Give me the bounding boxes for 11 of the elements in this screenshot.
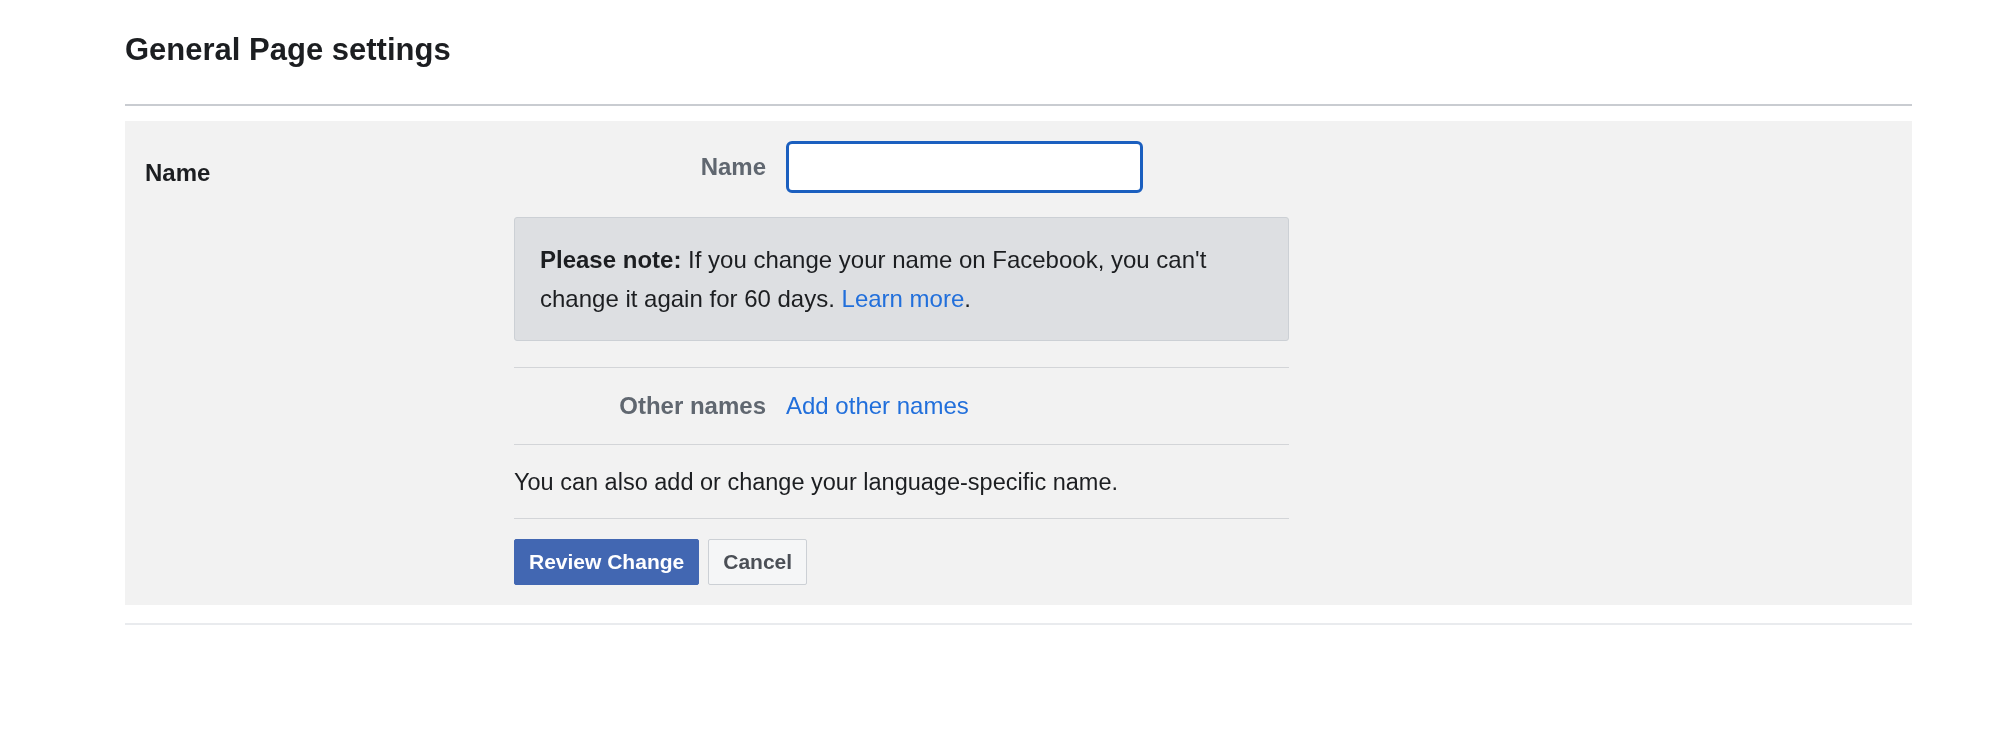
field-label: Name xyxy=(699,153,766,181)
notice-text: Please note: If you change your name on Facebook, you can't change it again for 60 days. Learn more. xyxy=(514,217,1289,341)
name-input-field[interactable] xyxy=(786,141,1143,193)
add-other-names-link[interactable]: Add other names xyxy=(786,392,969,420)
page-title: General Page settings xyxy=(125,31,452,69)
cancel-button[interactable]: Cancel xyxy=(708,539,808,585)
language-note: You can also add or change your language-specific name. xyxy=(514,468,1119,497)
section-label: Name xyxy=(145,158,212,188)
field-label: Other names xyxy=(618,392,766,420)
learn-more-link[interactable]: Learn more xyxy=(841,285,965,312)
review-change-button[interactable]: Review Change xyxy=(514,539,700,585)
